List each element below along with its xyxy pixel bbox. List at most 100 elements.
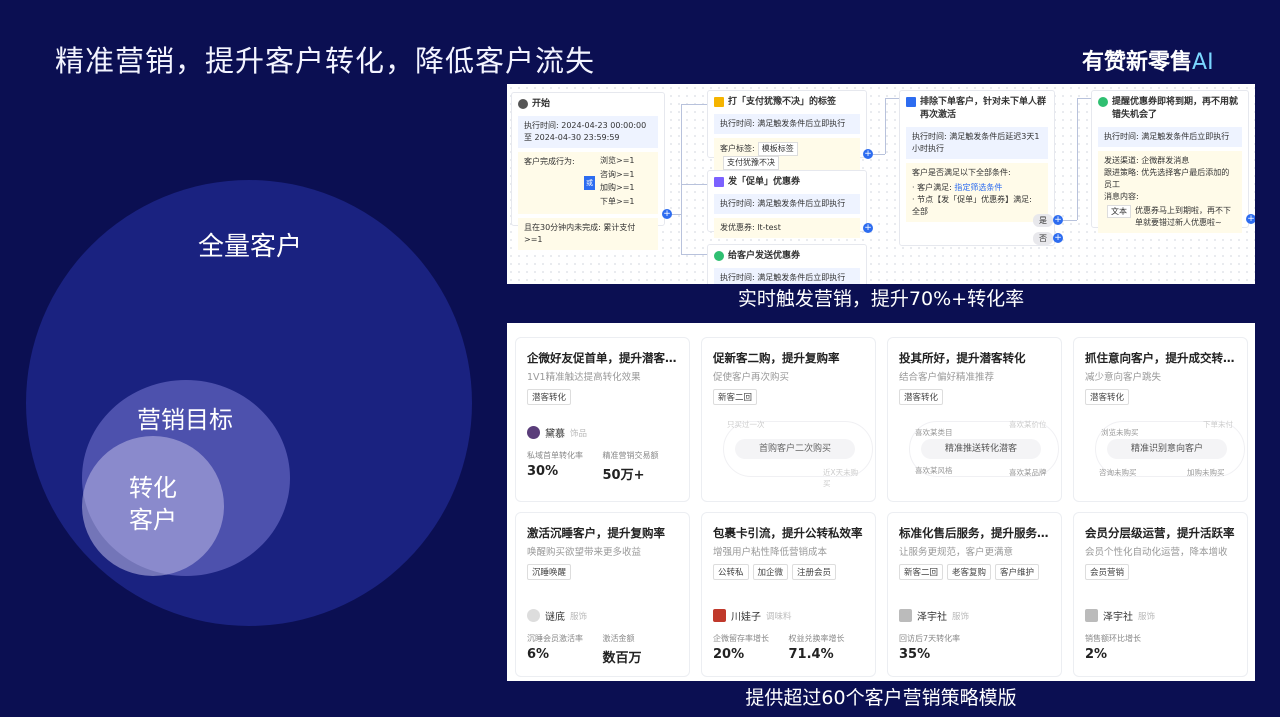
connector bbox=[1063, 220, 1077, 221]
card-tag: 潜客转化 bbox=[899, 389, 944, 405]
brand-category: 服饰 bbox=[1138, 611, 1156, 622]
start-node[interactable]: 开始 执行时间: 2024-04-23 00:00:00 至 2024-04-3… bbox=[511, 92, 665, 250]
card-title: 包裹卡引流，提升公转私效率 bbox=[713, 526, 863, 540]
remind-channel: 发送渠道: 企微群发消息 bbox=[1104, 156, 1190, 165]
card-tag: 沉睡唤醒 bbox=[527, 564, 572, 580]
wechat-icon bbox=[1098, 97, 1108, 107]
card-tag: 新客二回 bbox=[899, 564, 944, 580]
play-icon bbox=[518, 99, 528, 109]
remind-node[interactable]: 提醒优惠券即将到期，再不用就错失机会了 执行时间: 满足触发条件后立即执行 发送… bbox=[1091, 90, 1249, 233]
coupon-node[interactable]: 发「促单」优惠券 执行时间: 满足触发条件后立即执行 发优惠券: lt-test bbox=[707, 170, 867, 238]
remind-strategy: 跟进策略: 优先选择客户最后添加的员工 bbox=[1104, 168, 1230, 189]
add-node-icon[interactable]: + bbox=[863, 149, 873, 159]
brand-name: 黛慕 bbox=[545, 429, 565, 440]
metric-value: 30% bbox=[527, 464, 559, 479]
card-subtitle: 增强用户粘性降低营销成本 bbox=[713, 547, 828, 558]
template-card[interactable]: 促新客二购，提升复购率 促使客户再次购买 新客二回 只买过一次 首购客户二次购买… bbox=[701, 337, 876, 502]
tag-node[interactable]: 打「支付犹豫不决」的标签 执行时间: 满足触发条件后立即执行 客户标签: 模板标签… bbox=[707, 90, 867, 174]
template-card[interactable]: 会员分层级运营，提升活跃率 会员个性化自动化运营，降本增收 会员营销 泽宇社 服饰… bbox=[1073, 512, 1248, 677]
coupon-node-title: 发「促单」优惠券 bbox=[728, 177, 801, 187]
add-node-icon[interactable]: + bbox=[863, 223, 873, 233]
card-subtitle: 减少意向客户跳失 bbox=[1085, 372, 1162, 383]
card-tag: 客户维护 bbox=[995, 564, 1040, 580]
metric-label: 私域首单转化率 bbox=[527, 451, 583, 460]
template-card[interactable]: 标准化售后服务，提升服务… 让服务更规范，客户更满意 新客二回 老客复购 客户维护 … bbox=[887, 512, 1062, 677]
card-subtitle: 促使客户再次购买 bbox=[713, 372, 790, 383]
metric-label: 沉睡会员激活率 bbox=[527, 634, 583, 643]
connector bbox=[681, 104, 707, 105]
remind-text: 优惠券马上到期啦，再不下单就要错过新人优惠啦~ bbox=[1135, 206, 1231, 227]
brand-avatar bbox=[713, 609, 726, 622]
connector bbox=[885, 98, 886, 154]
page-title: 精准营销，提升客户转化，降低客户流失 bbox=[55, 44, 596, 78]
bookmark-icon bbox=[714, 97, 724, 107]
logo-ai: AI bbox=[1192, 50, 1214, 75]
add-node-icon[interactable]: + bbox=[662, 209, 672, 219]
marketing-target-label: 营销目标 bbox=[137, 406, 233, 434]
brand-category: 服饰 bbox=[952, 611, 970, 622]
card-flow-preview: 喜欢某类目 喜欢某价位 精准推送转化潜客 喜欢某风格 喜欢某品牌 bbox=[899, 419, 1059, 499]
metric-label: 回访后7天转化率 bbox=[899, 634, 961, 643]
card-title: 促新客二购，提升复购率 bbox=[713, 351, 840, 365]
tag-value: 支付犹豫不决 bbox=[723, 156, 779, 170]
card-title: 企微好友促首单，提升潜客… bbox=[527, 351, 677, 365]
coupon-node-value: 发优惠券: lt-test bbox=[714, 218, 860, 238]
flow-step: 咨询未购买 bbox=[1099, 468, 1137, 477]
flow-center: 精准推送转化潜客 bbox=[921, 439, 1041, 459]
connector bbox=[681, 104, 682, 254]
template-card[interactable]: 企微好友促首单，提升潜客… 1V1精准触达提高转化效果 潜客转化 黛慕 饰品 私域… bbox=[515, 337, 690, 502]
metric-value: 71.4% bbox=[788, 647, 834, 662]
card-tag: 会员营销 bbox=[1085, 564, 1130, 580]
start-exec-time: 执行时间: 2024-04-23 00:00:00 至 2024-04-30 2… bbox=[518, 116, 658, 148]
text-tag: 文本 bbox=[1107, 205, 1131, 218]
template-card[interactable]: 包裹卡引流，提升公转私效率 增强用户粘性降低营销成本 公转私 加企微 注册会员 川娃… bbox=[701, 512, 876, 677]
wechat-icon bbox=[714, 251, 724, 261]
filter-node[interactable]: 排除下单客户，针对未下单人群再次激活 执行时间: 满足触发条件后延迟3天1小时执… bbox=[899, 90, 1055, 246]
metric-label: 权益兑换率增长 bbox=[788, 634, 845, 643]
tag-node-title: 打「支付犹豫不决」的标签 bbox=[728, 97, 837, 107]
card-title: 会员分层级运营，提升活跃率 bbox=[1085, 526, 1235, 540]
card-subtitle: 让服务更规范，客户更满意 bbox=[899, 547, 1014, 558]
start-title: 开始 bbox=[532, 99, 551, 109]
remind-content-label: 消息内容: bbox=[1104, 192, 1139, 201]
filter-cond2: 节点【发「促单」优惠券】满足: 全部 bbox=[912, 195, 1032, 216]
connector bbox=[885, 98, 899, 99]
filter-cond1-link[interactable]: 指定筛选条件 bbox=[954, 183, 1002, 192]
template-card[interactable]: 投其所好，提升潜客转化 结合客户偏好精准推荐 潜客转化 喜欢某类目 喜欢某价位 … bbox=[887, 337, 1062, 502]
brand-name: 川娃子 bbox=[731, 612, 761, 623]
remind-node-title: 提醒优惠券即将到期，再不用就错失机会了 bbox=[1112, 97, 1239, 120]
template-card[interactable]: 抓住意向客户，提升成交转… 减少意向客户跳失 潜客转化 浏览未购买 下单未付 精… bbox=[1073, 337, 1248, 502]
card-tag: 老客复购 bbox=[947, 564, 992, 580]
send-node-title: 给客户发送优惠券 bbox=[728, 251, 801, 261]
flow-step: 喜欢某风格 bbox=[915, 466, 953, 475]
brand-avatar bbox=[1085, 609, 1098, 622]
brand-avatar bbox=[527, 426, 540, 439]
start-unpaid: 且在30分钟内未完成: 累计支付>=1 bbox=[518, 218, 658, 250]
filter-node-exec: 执行时间: 满足触发条件后延迟3天1小时执行 bbox=[906, 127, 1048, 159]
brand-name: 泽宇社 bbox=[917, 612, 947, 623]
brand-name: 泽宇社 bbox=[1103, 612, 1133, 623]
branch-yes[interactable]: 是 bbox=[1033, 214, 1053, 227]
connector bbox=[681, 254, 707, 255]
add-node-icon[interactable]: + bbox=[1053, 233, 1063, 243]
metric-value: 6% bbox=[527, 647, 550, 662]
template-card[interactable]: 激活沉睡客户，提升复购率 唤醒购买欲望带来更多收益 沉睡唤醒 谜底 服饰 沉睡会员… bbox=[515, 512, 690, 677]
metric-value: 数百万 bbox=[602, 651, 642, 666]
connector bbox=[873, 154, 885, 155]
card-tag: 注册会员 bbox=[792, 564, 837, 580]
add-node-icon[interactable]: + bbox=[1053, 215, 1063, 225]
connector bbox=[1077, 98, 1078, 220]
card-title: 标准化售后服务，提升服务… bbox=[899, 526, 1049, 540]
converted-customers-label: 转化 客户 bbox=[100, 472, 206, 536]
connector bbox=[681, 184, 707, 185]
branch-no[interactable]: 否 bbox=[1033, 232, 1053, 245]
brand-name: 谜底 bbox=[545, 612, 565, 623]
flow-step: 喜欢某品牌 bbox=[1009, 468, 1047, 477]
card-title: 抓住意向客户，提升成交转… bbox=[1085, 351, 1235, 365]
card-title: 激活沉睡客户，提升复购率 bbox=[527, 526, 665, 540]
add-node-icon[interactable]: + bbox=[1246, 214, 1255, 224]
all-customers-label: 全量客户 bbox=[197, 232, 302, 262]
send-coupon-node[interactable]: 给客户发送优惠券 执行时间: 满足触发条件后立即执行 bbox=[707, 244, 867, 284]
tag-node-exec: 执行时间: 满足触发条件后立即执行 bbox=[714, 114, 860, 134]
filter-question: 客户是否满足以下全部条件: bbox=[912, 168, 1011, 177]
